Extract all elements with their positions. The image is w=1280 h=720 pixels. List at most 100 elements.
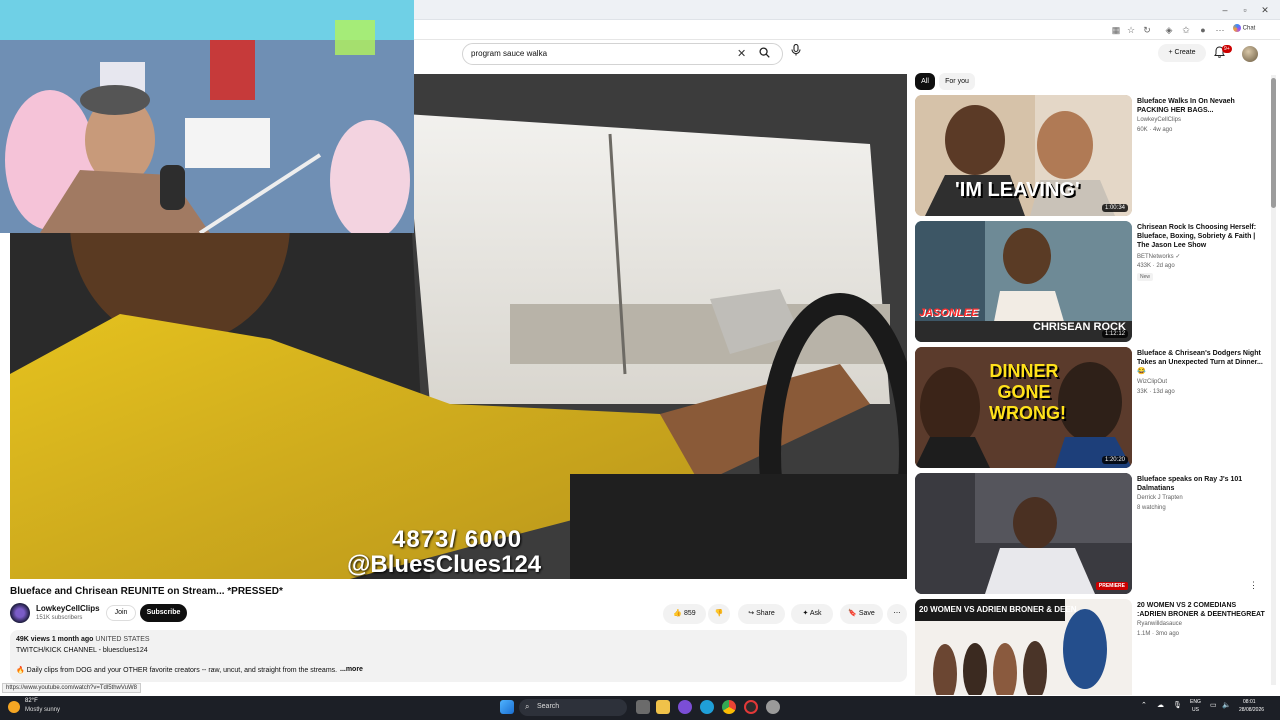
recommendation-channel[interactable]: Ryanwilldasauce — [1137, 621, 1182, 627]
join-button[interactable]: Join — [106, 605, 136, 621]
channel-avatar[interactable] — [10, 603, 30, 623]
show-hidden-icons-chevron-icon[interactable]: ⌃ — [1141, 701, 1147, 709]
ask-button[interactable]: ✦ Ask — [791, 604, 833, 624]
recommendation-channel[interactable]: WizClipOut — [1137, 379, 1167, 385]
upload-location: UNITED STATES — [95, 636, 150, 643]
voice-search-icon[interactable] — [786, 43, 806, 64]
recommendation-thumbnail[interactable]: 20 WOMEN VS ADRIEN BRONER & DEEN — [915, 599, 1132, 695]
windows-start-icon[interactable] — [500, 700, 514, 714]
translate-icon[interactable]: ▦ — [1110, 24, 1122, 36]
file-explorer-icon[interactable] — [656, 700, 670, 714]
account-avatar[interactable] — [1242, 46, 1258, 62]
favorites-icon[interactable]: ✩ — [1180, 24, 1192, 36]
thumbnail-caption-secondary: JASONLEE — [919, 307, 979, 319]
network-icon[interactable]: ▭ — [1210, 701, 1217, 709]
weather-sun-icon[interactable] — [8, 701, 20, 713]
scrollbar-thumb[interactable] — [1271, 78, 1276, 208]
recommendation-meta: 33K · 13d ago — [1137, 389, 1175, 395]
recommendation-meta: 1.1M · 3mo ago — [1137, 631, 1180, 637]
recommendation-title[interactable]: Blueface & Chrisean's Dodgers Night Take… — [1137, 349, 1265, 376]
volume-icon[interactable]: 🔈 — [1222, 701, 1231, 709]
weather-description[interactable]: Mostly sunny — [25, 707, 60, 713]
channel-name[interactable]: LowkeyCellClips — [36, 604, 100, 613]
taskbar-search-box[interactable]: ⌕ Search — [519, 699, 627, 716]
create-button[interactable]: + Create — [1158, 44, 1206, 62]
recommendation-thumbnail[interactable]: PREMIERE — [915, 473, 1132, 594]
taskbar-search-placeholder: Search — [537, 703, 560, 710]
extensions-icon[interactable]: ◈ — [1163, 24, 1175, 36]
show-more-link[interactable]: ...more — [340, 666, 363, 673]
status-bar-url: https://www.youtube.com/watch?v=Tdl5thwV… — [2, 683, 142, 693]
recommendation-title[interactable]: 20 WOMEN VS 2 COMEDIANS :ADRIEN BRONER &… — [1137, 601, 1265, 619]
refresh-icon[interactable]: ↻ — [1141, 24, 1153, 36]
video-title: Blueface and Chrisean REUNITE on Stream.… — [10, 586, 283, 597]
dislike-button[interactable]: 👎 — [708, 604, 730, 624]
like-button[interactable]: 👍 859 — [663, 604, 706, 624]
description-line: TWITCH/KICK CHANNEL - bluesclues124 — [16, 647, 148, 654]
chrome-icon[interactable] — [722, 700, 736, 714]
weather-temperature[interactable]: 82°F — [25, 698, 38, 704]
upload-date: 1 month ago — [51, 636, 94, 643]
recommendation-channel[interactable]: LowkeyCellClips — [1137, 117, 1181, 123]
thumbnail-artwork — [915, 473, 1132, 594]
maximize-icon[interactable]: ▫ — [1238, 3, 1252, 17]
input-language[interactable]: ENG — [1190, 699, 1201, 705]
copilot-icon — [1233, 24, 1241, 32]
more-menu-icon[interactable]: ⋯ — [1214, 24, 1226, 36]
duration-badge: 1:12:12 — [1101, 330, 1128, 338]
recommendation-channel[interactable]: Derrick J Trapten — [1137, 495, 1183, 501]
task-view-icon[interactable] — [636, 700, 650, 714]
minimize-icon[interactable]: – — [1218, 3, 1232, 17]
share-label: Share — [756, 610, 775, 617]
save-icon: 🔖 — [848, 610, 857, 617]
profile-icon[interactable]: ● — [1197, 24, 1209, 36]
chip-for-you[interactable]: For you — [939, 73, 975, 90]
thumbs-down-icon: 👎 — [714, 610, 724, 617]
tray-app-icon[interactable]: ☁ — [1157, 701, 1164, 709]
webcam-frame-artwork — [0, 0, 414, 233]
save-button[interactable]: 🔖 Save — [840, 604, 883, 624]
copilot-chat-button[interactable]: Chat — [1233, 24, 1255, 32]
recommendation-title[interactable]: Chrisean Rock Is Choosing Herself: Bluef… — [1137, 223, 1265, 250]
recommendation-meta: 8 watching — [1137, 505, 1166, 511]
close-window-icon[interactable]: ✕ — [1258, 3, 1272, 17]
like-count: 859 — [683, 610, 696, 617]
recommendation-thumbnail[interactable]: 'IM LEAVING' 1:00:34 — [915, 95, 1132, 216]
clock-time[interactable]: 08:01 — [1243, 699, 1256, 705]
description-box[interactable]: 49K views 1 month ago UNITED STATES TWIT… — [10, 630, 907, 682]
duration-badge: 1:00:34 — [1101, 204, 1128, 212]
recommendation-meta: 433K · 2d ago — [1137, 263, 1175, 269]
notification-count-badge: 9+ — [1222, 45, 1232, 53]
recommendation-meta: 60K · 4w ago — [1137, 127, 1173, 133]
discord-icon[interactable] — [678, 700, 692, 714]
recommendation-title[interactable]: Blueface Walks In On Nevaeh PACKING HER … — [1137, 97, 1265, 115]
recommendation-channel[interactable]: BETNetworks ✓ — [1137, 253, 1180, 260]
card-more-options-icon[interactable]: ⋮ — [1249, 580, 1258, 591]
share-button[interactable]: ↪ Share — [738, 604, 785, 624]
microphone-tray-icon[interactable]: 🎙 — [1173, 701, 1182, 709]
recommendation-title[interactable]: Blueface speaks on Ray J's 101 Dalmatian… — [1137, 475, 1265, 493]
sparkle-icon: ✦ — [802, 610, 809, 617]
clock-date[interactable]: 28/08/2026 — [1239, 707, 1264, 713]
recommendation-thumbnail[interactable]: JASONLEE CHRISEAN ROCK 1:12:12 — [915, 221, 1132, 342]
search-icon[interactable] — [759, 47, 770, 61]
obs-icon[interactable] — [744, 700, 758, 714]
plus-icon: + — [1168, 49, 1173, 56]
input-region[interactable]: US — [1192, 707, 1199, 713]
clear-search-icon[interactable]: ✕ — [737, 47, 746, 60]
thumbnail-caption: 'IM LEAVING' — [955, 179, 1080, 201]
streamer-webcam-overlay — [0, 0, 414, 233]
share-icon: ↪ — [748, 610, 755, 617]
subscribe-button[interactable]: Subscribe — [140, 604, 187, 622]
more-actions-icon[interactable]: ⋯ — [887, 604, 907, 624]
recommendation-thumbnail[interactable]: DINNER GONE WRONG! 1:20:20 — [915, 347, 1132, 468]
subscriber-count: 151K subscribers — [36, 615, 83, 621]
bookmark-star-icon[interactable]: ☆ — [1125, 24, 1137, 36]
thumbs-up-icon: 👍 — [673, 610, 683, 617]
ask-label: Ask — [809, 610, 822, 617]
edge-browser-icon[interactable] — [700, 700, 714, 714]
search-box[interactable]: program sauce walka ✕ — [462, 43, 783, 65]
settings-gear-icon[interactable] — [766, 700, 780, 714]
chip-all[interactable]: All — [915, 73, 935, 90]
search-input[interactable]: program sauce walka — [471, 49, 547, 58]
